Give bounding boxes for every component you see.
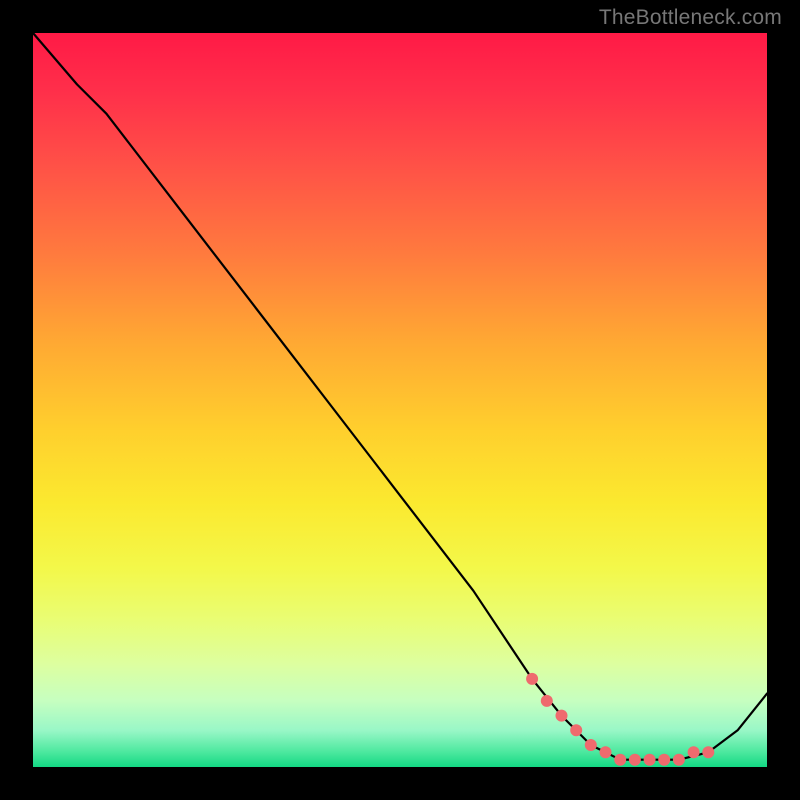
watermark-text: TheBottleneck.com — [599, 6, 782, 30]
curve-line — [33, 33, 767, 760]
plot-area — [33, 33, 767, 767]
highlight-points — [526, 673, 714, 766]
chart-frame: TheBottleneck.com — [0, 0, 800, 800]
chart-svg — [33, 33, 767, 767]
